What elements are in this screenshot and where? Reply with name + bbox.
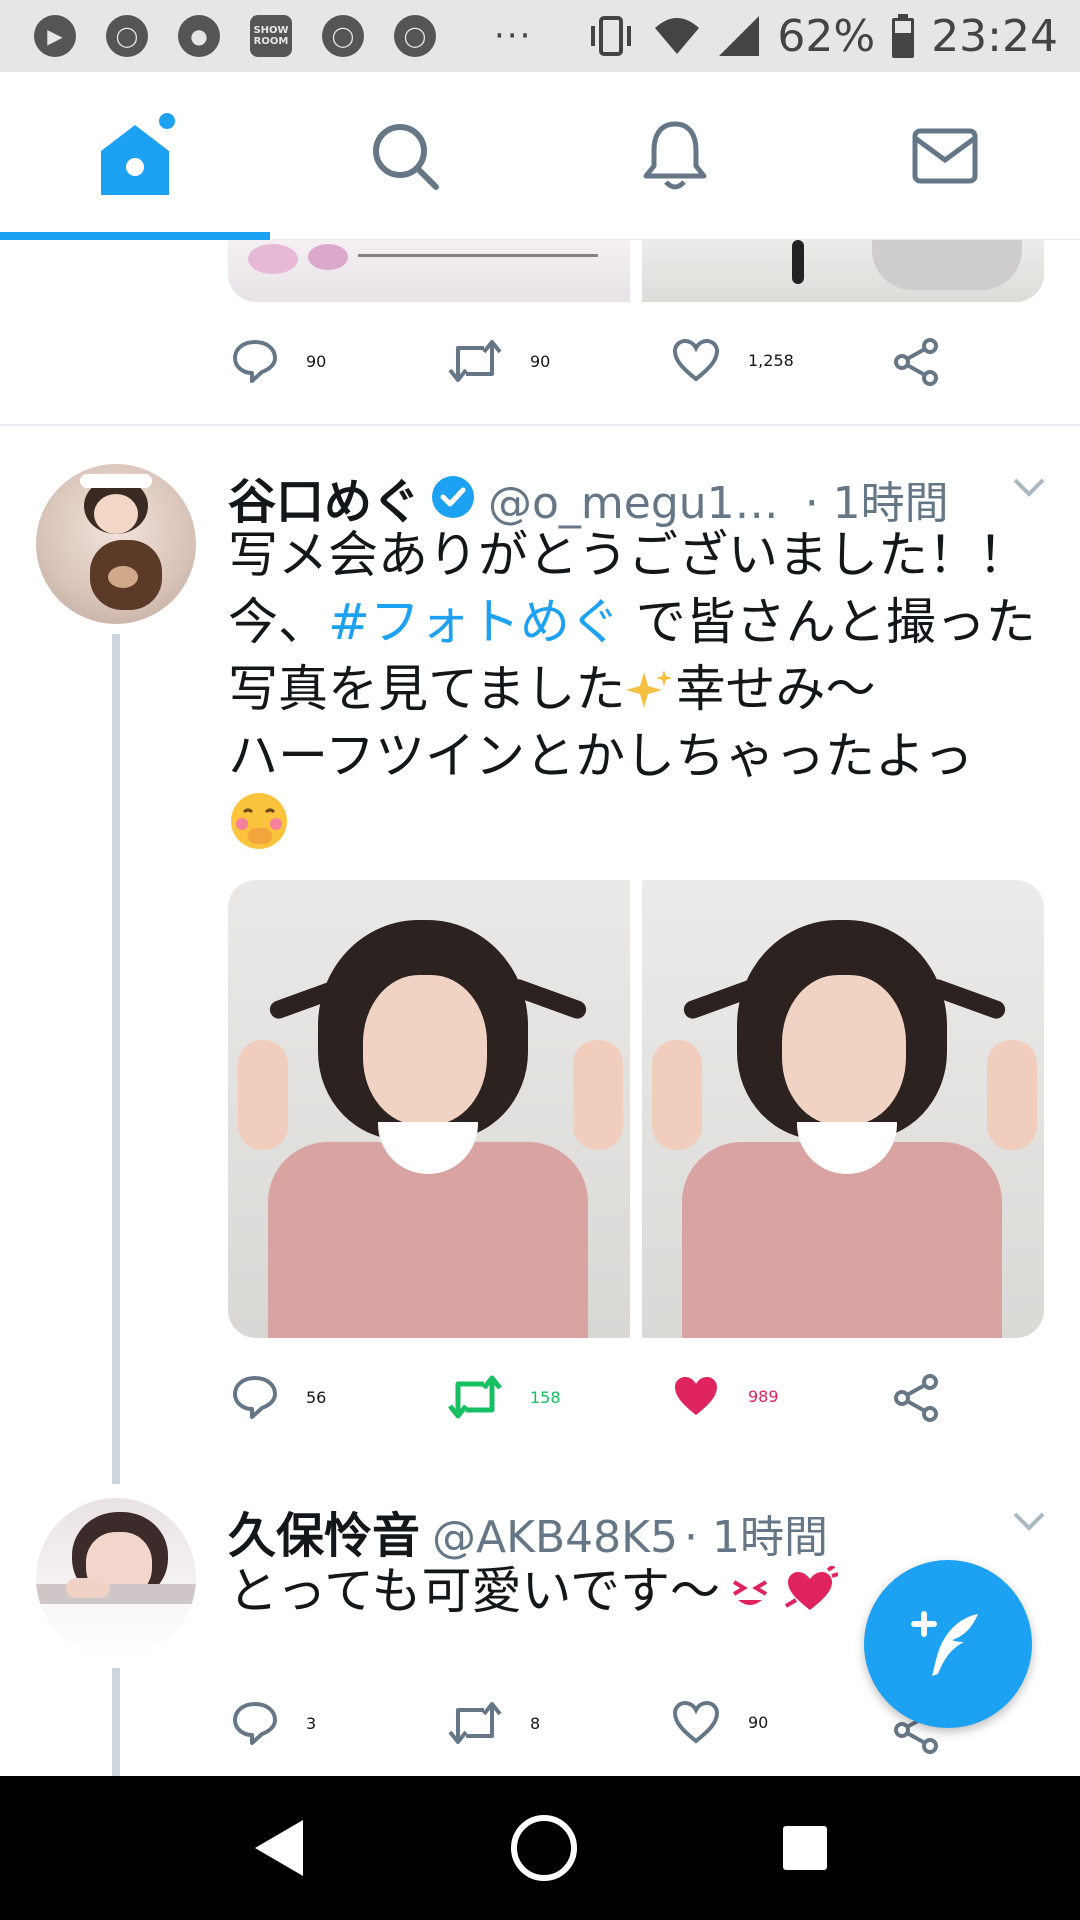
timeline[interactable]: 90 90 1,258 谷口めぐ @o_megu1… · 1時間 写メ会ありがと… — [0, 240, 1080, 1776]
hashtag-link[interactable]: #フォトめぐ — [328, 593, 620, 651]
chrome-icon: ◯ — [322, 15, 364, 57]
vibrate-icon — [591, 16, 632, 56]
share-button[interactable] — [892, 338, 940, 386]
verified-badge-icon — [432, 476, 475, 518]
retweet-count: 158 — [530, 1387, 561, 1407]
play-store-icon: ▶ — [34, 15, 76, 57]
like-button[interactable]: 90 — [672, 1700, 768, 1744]
mail-icon — [912, 128, 978, 183]
thread-line — [112, 634, 120, 1484]
bell-icon — [643, 121, 707, 189]
system-nav-bar — [0, 1776, 1080, 1920]
photo[interactable] — [642, 880, 1044, 1338]
recents-icon[interactable] — [779, 1822, 831, 1874]
tweet-text-line: ハーフツインとかしちゃったよっ — [228, 727, 974, 785]
timestamp[interactable]: · 1時間 — [684, 1501, 828, 1565]
tweet-text-line: 写メ会ありがとうございました！！ — [228, 526, 1028, 584]
home-icon — [101, 112, 175, 195]
tweet-text-line: 今、#フォトめぐ で皆さんと撮った — [228, 593, 1036, 651]
display-name[interactable]: 久保怜音 — [228, 1496, 420, 1566]
chevron-down-icon[interactable] — [1012, 476, 1046, 498]
tab-messages[interactable] — [810, 72, 1080, 239]
reply-icon — [233, 340, 277, 383]
search-icon — [373, 123, 439, 190]
showroom-icon: SHOW ROOM — [250, 15, 292, 57]
more-notifications-icon: ··· — [494, 16, 533, 56]
retweet-button[interactable]: 8 — [448, 1700, 540, 1746]
heart-icon — [672, 1700, 720, 1744]
tab-search[interactable] — [270, 72, 540, 239]
heart-icon — [672, 338, 720, 382]
wifi-icon — [655, 18, 700, 54]
like-count: 989 — [748, 1386, 779, 1406]
tab-notifications[interactable] — [540, 72, 810, 239]
reply-button[interactable]: 3 — [232, 1700, 316, 1746]
retweet-count: 90 — [530, 351, 551, 371]
share-button[interactable] — [892, 1374, 940, 1422]
like-button[interactable]: 989 — [672, 1374, 779, 1418]
heart-filled-icon — [675, 1377, 717, 1415]
heart-emoji-icon — [784, 1564, 839, 1610]
like-button[interactable]: 1,258 — [672, 338, 794, 382]
reply-icon — [233, 1702, 277, 1745]
compose-tweet-button[interactable] — [864, 1560, 1032, 1728]
notification-icons: ▶ ◯ ● SHOW ROOM ◯ ◯ ··· — [34, 15, 532, 57]
photo[interactable] — [228, 880, 630, 1338]
home-circle-icon[interactable] — [508, 1812, 580, 1884]
retweet-count: 8 — [530, 1713, 541, 1733]
back-icon[interactable] — [249, 1816, 309, 1880]
signal-icon — [719, 16, 760, 56]
reply-icon — [233, 1376, 277, 1419]
divider — [0, 424, 1080, 426]
tweet-media[interactable] — [228, 880, 1044, 1338]
avatar[interactable] — [36, 1498, 196, 1658]
chrome-icon: ◯ — [106, 15, 148, 57]
dog-app-icon: ● — [178, 15, 220, 57]
share-icon — [894, 338, 938, 386]
media-thumbnail[interactable] — [642, 240, 1044, 302]
chrome-icon: ◯ — [394, 15, 436, 57]
clock: 23:24 — [931, 10, 1058, 62]
tweet-text-line — [228, 790, 1058, 869]
tweet-text-line: とっても可愛いです〜 — [228, 1562, 720, 1620]
tweet-text-line: 写真を見てました 幸せみ〜 — [228, 660, 876, 718]
tab-home[interactable] — [0, 72, 270, 239]
media-thumbnail[interactable] — [228, 240, 630, 302]
like-count: 90 — [748, 1712, 769, 1732]
thread-line — [112, 1668, 120, 1776]
hand-over-mouth-emoji-icon — [231, 793, 287, 849]
retweet-icon — [448, 1702, 502, 1744]
active-tab-indicator — [0, 232, 270, 240]
retweet-icon — [448, 340, 502, 382]
status-bar: ▶ ◯ ● SHOW ROOM ◯ ◯ ··· 62% 23:24 — [0, 0, 1080, 72]
tweet-text: 写メ会ありがとうございました！！ 今、#フォトめぐ で皆さんと撮った 写真を見て… — [228, 522, 1058, 869]
reply-button[interactable]: 90 — [232, 338, 326, 384]
tab-bar — [0, 72, 1080, 240]
reply-count: 90 — [306, 351, 327, 371]
sparkles-emoji-icon — [625, 670, 672, 708]
avatar[interactable] — [36, 464, 196, 624]
like-count: 1,258 — [748, 350, 794, 370]
battery-percent: 62% — [777, 10, 876, 62]
chevron-down-icon[interactable] — [1012, 1510, 1046, 1532]
reply-count: 3 — [306, 1713, 317, 1733]
battery-icon — [892, 14, 915, 58]
reply-count: 56 — [306, 1387, 327, 1407]
reply-button[interactable]: 56 — [232, 1374, 326, 1420]
handle[interactable]: @AKB48K5 — [432, 1512, 678, 1563]
compose-feather-icon — [911, 1611, 978, 1676]
prev-tweet-media[interactable] — [228, 240, 1044, 302]
retweet-button[interactable]: 158 — [448, 1374, 561, 1420]
face-emoji-icon — [732, 1580, 768, 1605]
share-icon — [894, 1374, 938, 1422]
retweet-icon — [448, 1375, 502, 1419]
retweet-button[interactable]: 90 — [448, 338, 550, 384]
